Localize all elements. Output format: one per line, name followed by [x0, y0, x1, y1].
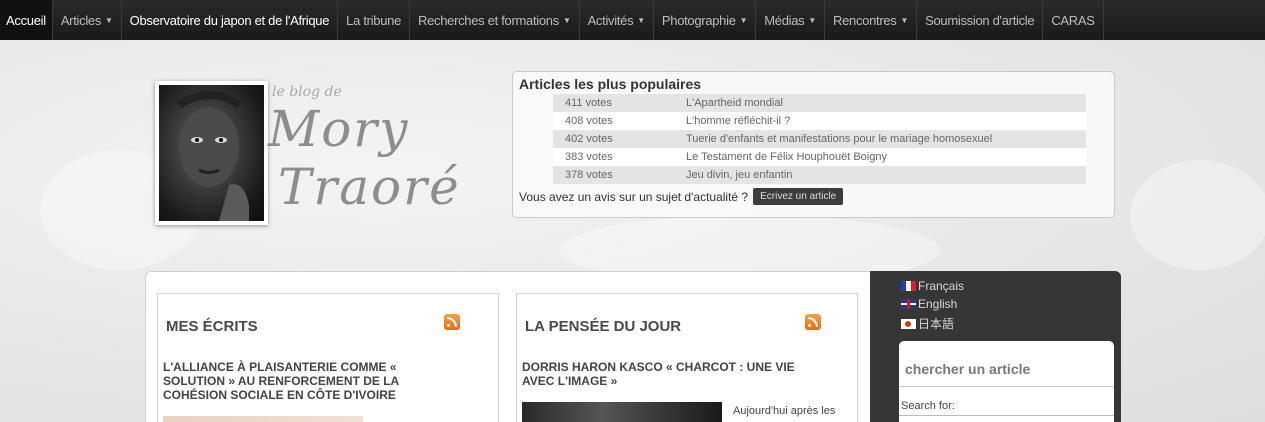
divider: [899, 386, 1114, 387]
language-label: English: [918, 297, 958, 311]
nav-label: Accueil: [6, 12, 46, 28]
language-french[interactable]: Français: [901, 279, 964, 293]
nav-item-caras[interactable]: CARAS: [1043, 0, 1104, 40]
popular-articles-table: 411 votes L'Apartheid mondial 408 votes L'…: [553, 94, 1086, 184]
portrait-photo: [159, 85, 264, 221]
french-flag-icon: [901, 281, 916, 291]
logo-subtitle: le blog de: [272, 84, 342, 100]
nav-label: Articles: [60, 12, 102, 28]
nav-item-observatoire[interactable]: Observatoire du japon et de l'Afrique: [122, 0, 339, 40]
column-heading: LA PENSÉE DU JOUR: [525, 318, 682, 335]
nav-item-rencontres[interactable]: Rencontres ▼: [825, 0, 918, 40]
portrait-illustration: [176, 91, 249, 221]
search-label: Search for:: [901, 400, 955, 412]
caret-down-icon: ▼: [900, 15, 909, 25]
nav-label: Médias: [764, 12, 805, 28]
blog-logo[interactable]: le blog de Mory Traoré: [268, 78, 459, 218]
caret-down-icon: ▼: [808, 15, 816, 25]
article-link[interactable]: Le Testament de Félix Houphouët Boigny: [674, 148, 1086, 166]
top-navigation: Accueil Articles ▼ Observatoire du japon …: [0, 0, 1265, 40]
article-link[interactable]: L'homme réfléchit-il ?: [674, 112, 1086, 130]
article-snippet: Aujourd'hui après les: [733, 405, 836, 417]
votes-count: 402 votes: [565, 133, 613, 145]
article-link[interactable]: L'Apartheid mondial: [674, 94, 1086, 112]
caret-down-icon: ▼: [739, 15, 748, 25]
mes-ecrits-column: MES ÉCRITS L'ALLIANCE À PLAISANTERIE COM…: [157, 293, 499, 422]
popular-articles-title: Articles les plus populaires: [519, 76, 702, 92]
write-article-button[interactable]: Ecrivez un article: [753, 188, 844, 205]
nav-label: CARAS: [1051, 12, 1095, 28]
votes-count: 411 votes: [565, 97, 612, 109]
article-thumbnail[interactable]: [163, 416, 363, 422]
nav-item-accueil[interactable]: Accueil: [0, 0, 53, 40]
uk-flag-icon: [901, 299, 916, 309]
nav-label: La tribune: [346, 12, 401, 28]
logo-first-name: Mory: [268, 100, 410, 158]
article-title-link[interactable]: DORRIS HARON KASCO « CHARCOT : UNE VIE A…: [522, 360, 812, 388]
background-decoration: [1130, 160, 1265, 270]
article-link[interactable]: Jeu divin, jeu enfantin: [674, 166, 1086, 184]
opinion-prompt: Vous avez un avis sur un sujet d'actuali…: [519, 188, 1108, 205]
rss-icon[interactable]: [444, 314, 460, 330]
table-row[interactable]: 411 votes L'Apartheid mondial: [553, 94, 1086, 112]
caret-down-icon: ▼: [562, 15, 571, 25]
nav-label: Rencontres: [833, 12, 897, 28]
nav-item-photographie[interactable]: Photographie ▼: [654, 0, 757, 40]
nav-label: Activités: [587, 12, 634, 28]
language-english[interactable]: English: [901, 297, 957, 311]
table-row[interactable]: 402 votes Tuerie d'enfants et manifestati…: [553, 130, 1086, 148]
opinion-text: Vous avez un avis sur un sujet d'actuali…: [519, 189, 749, 204]
votes-count: 378 votes: [565, 169, 613, 181]
nav-item-soumission[interactable]: Soumission d'article: [917, 0, 1044, 40]
article-link[interactable]: Tuerie d'enfants et manifestations pour …: [674, 130, 1086, 148]
nav-item-medias[interactable]: Médias ▼: [756, 0, 825, 40]
popular-articles-panel: Articles les plus populaires 411 votes L'…: [512, 71, 1115, 218]
table-row[interactable]: 408 votes L'homme réfléchit-il ?: [553, 112, 1086, 130]
japan-flag-icon: [901, 318, 916, 329]
nav-item-tribune[interactable]: La tribune: [338, 0, 410, 40]
caret-down-icon: ▼: [637, 15, 645, 25]
nav-label: Recherches et formations: [418, 12, 559, 28]
votes-count: 383 votes: [565, 151, 613, 163]
search-title: chercher un article: [905, 361, 1031, 377]
language-label: 日本語: [918, 317, 955, 331]
table-row[interactable]: 383 votes Le Testament de Félix Houphouët…: [553, 148, 1086, 166]
nav-label: Observatoire du japon et de l'Afrique: [129, 12, 330, 28]
article-thumbnail[interactable]: [522, 402, 722, 422]
search-input[interactable]: [899, 415, 1114, 422]
language-japanese[interactable]: 日本語: [901, 315, 954, 332]
logo-last-name: Traoré: [278, 158, 461, 216]
nav-item-activites[interactable]: Activités ▼: [580, 0, 654, 40]
table-row[interactable]: 378 votes Jeu divin, jeu enfantin: [553, 166, 1086, 184]
rss-icon[interactable]: [805, 314, 821, 330]
nav-item-recherches[interactable]: Recherches et formations ▼: [410, 0, 580, 40]
author-portrait[interactable]: [155, 81, 268, 225]
nav-label: Photographie: [661, 12, 736, 28]
language-label: Français: [918, 279, 965, 293]
pensee-du-jour-column: LA PENSÉE DU JOUR DORRIS HARON KASCO « C…: [516, 293, 858, 422]
article-title-link[interactable]: L'ALLIANCE À PLAISANTERIE COMME « SOLUTI…: [163, 360, 453, 402]
nav-item-articles[interactable]: Articles ▼: [53, 0, 122, 40]
column-heading: MES ÉCRITS: [166, 318, 258, 335]
votes-count: 408 votes: [565, 115, 613, 127]
caret-down-icon: ▼: [105, 15, 113, 25]
search-widget: chercher un article Search for:: [899, 341, 1114, 422]
nav-label: Soumission d'article: [925, 12, 1035, 28]
